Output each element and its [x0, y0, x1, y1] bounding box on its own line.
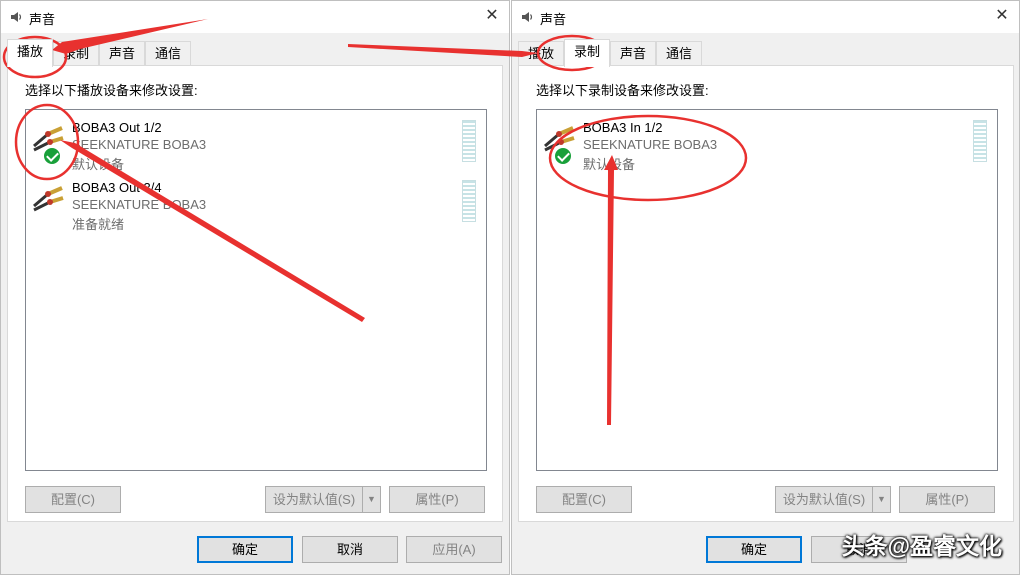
checkmark-badge-icon	[553, 146, 573, 166]
device-subtitle: SEEKNATURE BOBA3	[72, 197, 207, 212]
window-title: 声音	[540, 12, 567, 27]
properties-button[interactable]: 属性(P)	[389, 486, 485, 513]
speaker-icon	[11, 12, 22, 22]
tab-panel: 选择以下录制设备来修改设置: BOBA3 In 1/2 SEEKNATURE B…	[518, 65, 1014, 522]
sound-dialog-recording: 声音 ✕ 播放 录制 声音 通信 选择以下录制设备来修改设置: BOBA3 In…	[511, 0, 1020, 575]
watermark: 头条@盈睿文化	[841, 533, 1002, 559]
device-status: 默认设备	[583, 157, 636, 172]
level-meter	[973, 120, 987, 162]
checkmark-badge-icon	[42, 146, 62, 166]
speaker-icon	[522, 12, 533, 22]
tab-communications[interactable]: 通信	[656, 41, 703, 66]
tab-communications[interactable]: 通信	[145, 41, 192, 66]
close-button[interactable]: ✕	[985, 1, 1019, 31]
device-item[interactable]: BOBA3 Out 3/4 SEEKNATURE BOBA3 准备就绪	[26, 172, 486, 232]
tab-sounds[interactable]: 声音	[99, 41, 146, 66]
tab-playback[interactable]: 播放	[7, 39, 54, 67]
set-default-button[interactable]: 设为默认值(S) ▼	[265, 486, 381, 513]
device-status: 准备就绪	[72, 217, 125, 232]
device-list[interactable]: BOBA3 Out 1/2 SEEKNATURE BOBA3 默认设备 BOBA…	[25, 109, 487, 471]
level-meter	[462, 120, 476, 162]
tab-sounds[interactable]: 声音	[610, 41, 657, 66]
tab-strip: 播放 录制 声音 通信	[518, 39, 703, 67]
rca-cable-icon	[33, 186, 64, 212]
ok-button[interactable]: 确定	[706, 536, 802, 563]
device-item[interactable]: BOBA3 In 1/2 SEEKNATURE BOBA3 默认设备	[537, 112, 997, 172]
ok-button[interactable]: 确定	[197, 536, 293, 563]
device-subtitle: SEEKNATURE BOBA3	[583, 137, 718, 152]
level-meter	[462, 180, 476, 222]
instruction-text: 选择以下录制设备来修改设置:	[536, 83, 709, 98]
properties-button[interactable]: 属性(P)	[899, 486, 995, 513]
device-name: BOBA3 Out 1/2	[72, 120, 162, 135]
device-item[interactable]: BOBA3 Out 1/2 SEEKNATURE BOBA3 默认设备	[26, 112, 486, 172]
window-title: 声音	[29, 12, 56, 27]
title-bar: 声音 ✕	[512, 1, 1019, 33]
configure-button[interactable]: 配置(C)	[536, 486, 632, 513]
instruction-text: 选择以下播放设备来修改设置:	[25, 83, 198, 98]
sound-dialog-playback: 声音 ✕ 播放 录制 声音 通信 选择以下播放设备来修改设置: BOBA3 Ou…	[0, 0, 510, 575]
set-default-button[interactable]: 设为默认值(S) ▼	[775, 486, 891, 513]
device-name: BOBA3 In 1/2	[583, 120, 663, 135]
configure-button[interactable]: 配置(C)	[25, 486, 121, 513]
title-bar: 声音 ✕	[1, 1, 509, 33]
set-default-label: 设为默认值(S)	[782, 492, 866, 507]
chevron-down-icon[interactable]: ▼	[872, 487, 890, 512]
apply-button[interactable]: 应用(A)	[406, 536, 502, 563]
chevron-down-icon[interactable]: ▼	[362, 487, 380, 512]
tab-playback[interactable]: 播放	[518, 41, 565, 66]
device-list[interactable]: BOBA3 In 1/2 SEEKNATURE BOBA3 默认设备	[536, 109, 998, 471]
tab-recording[interactable]: 录制	[53, 41, 100, 66]
tab-strip: 播放 录制 声音 通信	[7, 39, 192, 67]
device-name: BOBA3 Out 3/4	[72, 180, 162, 195]
tab-panel: 选择以下播放设备来修改设置: BOBA3 Out 1/2 SEEKNATURE …	[7, 65, 503, 522]
cancel-button[interactable]: 取消	[302, 536, 398, 563]
device-subtitle: SEEKNATURE BOBA3	[72, 137, 207, 152]
tab-recording[interactable]: 录制	[564, 39, 611, 67]
close-button[interactable]: ✕	[475, 1, 509, 31]
device-status: 默认设备	[72, 157, 125, 172]
set-default-label: 设为默认值(S)	[272, 492, 356, 507]
